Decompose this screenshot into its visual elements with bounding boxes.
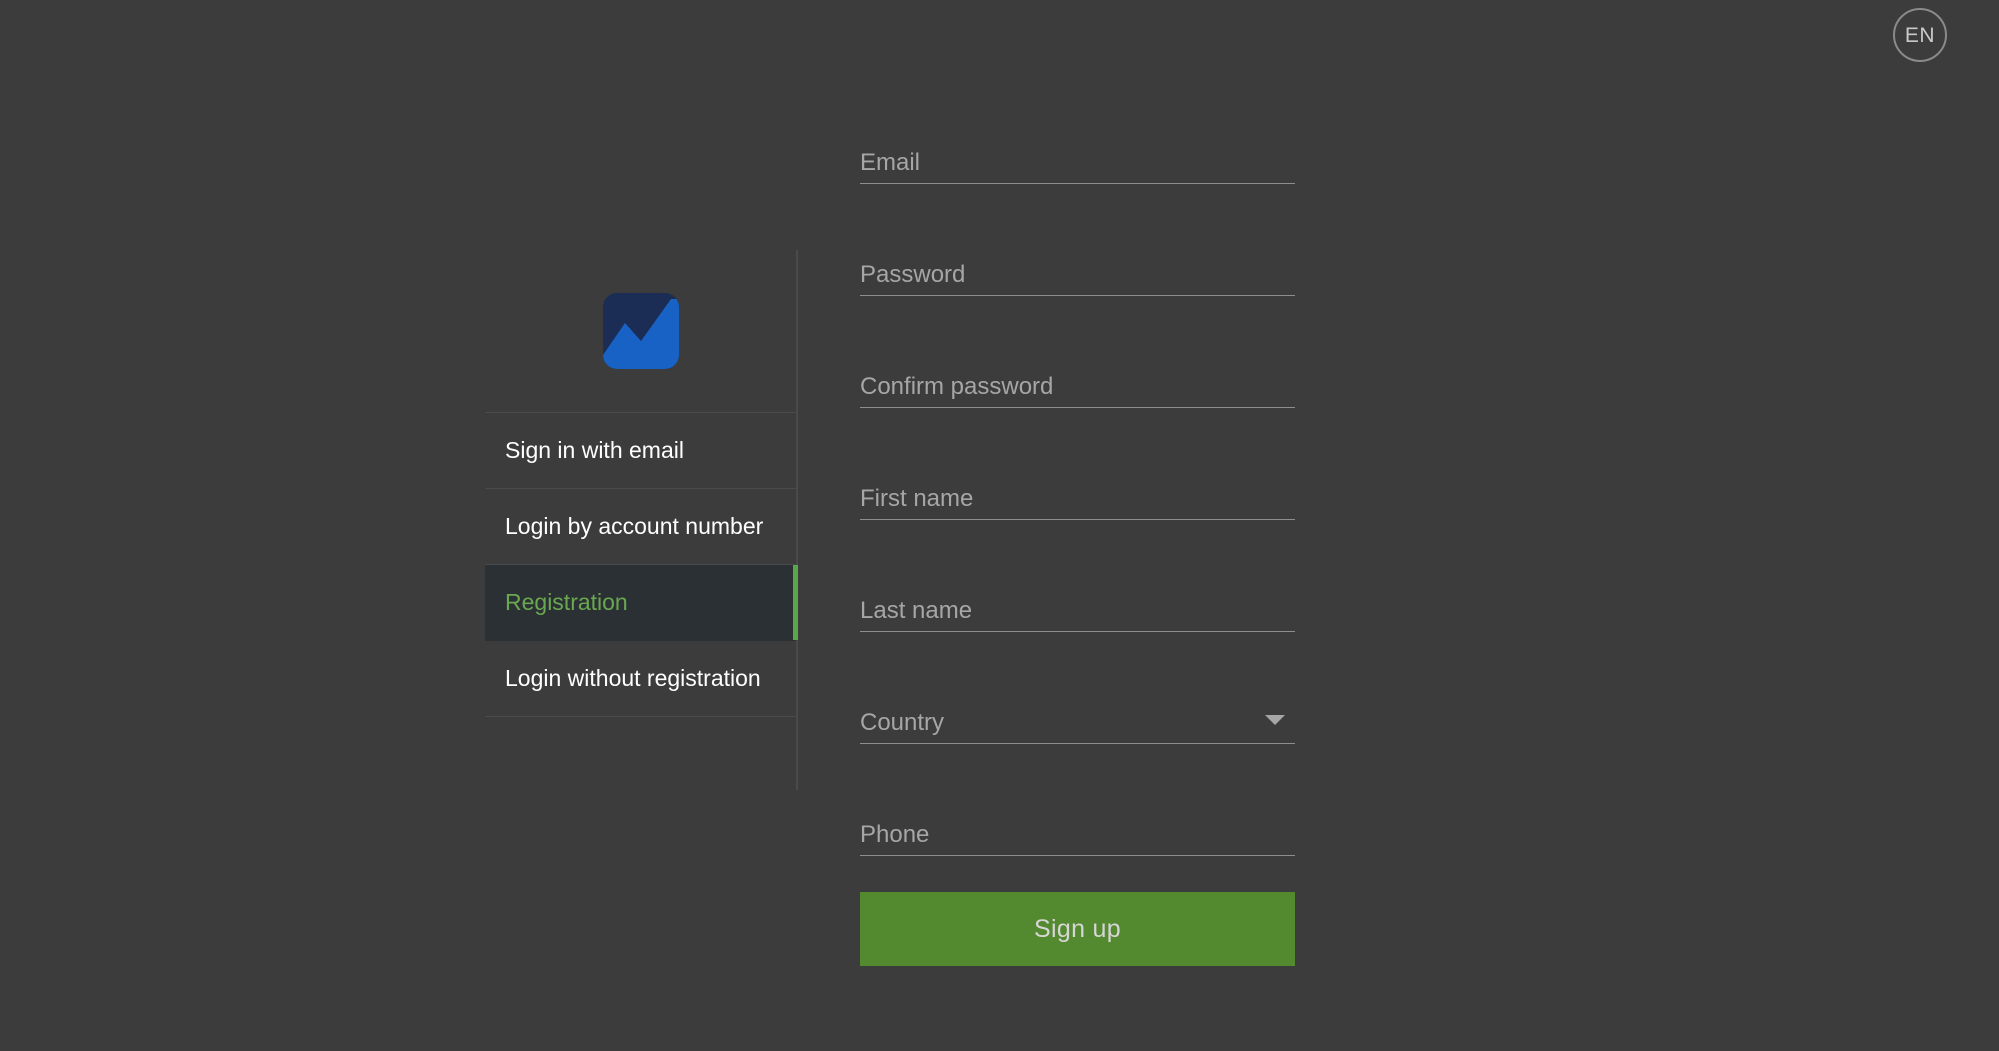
sidebar-item-label: Login without registration bbox=[505, 665, 761, 691]
country-select[interactable]: Country bbox=[860, 656, 1295, 744]
sidebar-item-login-without-registration[interactable]: Login without registration bbox=[485, 641, 796, 717]
last-name-field[interactable]: Last name bbox=[860, 544, 1295, 632]
first-name-field-label: First name bbox=[860, 485, 974, 512]
field-spacer bbox=[860, 408, 1295, 432]
field-spacer bbox=[860, 184, 1295, 208]
active-item-indicator bbox=[793, 565, 798, 640]
registration-screen: EN Sign in with email Login by account n… bbox=[0, 0, 1999, 1051]
sidebar-item-label: Registration bbox=[505, 589, 628, 615]
field-spacer bbox=[860, 632, 1295, 656]
sidebar-item-registration[interactable]: Registration bbox=[485, 565, 798, 641]
password-field[interactable]: Password bbox=[860, 208, 1295, 296]
country-select-label: Country bbox=[860, 709, 945, 736]
language-toggle-label: EN bbox=[1904, 23, 1936, 47]
field-spacer bbox=[860, 744, 1295, 768]
chart-logo-icon bbox=[602, 293, 679, 369]
registration-form: Email Password Confirm password First na… bbox=[860, 96, 1295, 966]
email-field[interactable]: Email bbox=[860, 96, 1295, 184]
confirm-password-field[interactable]: Confirm password bbox=[860, 320, 1295, 408]
password-field-label: Password bbox=[860, 261, 966, 288]
last-name-field-label: Last name bbox=[860, 597, 973, 624]
phone-field[interactable]: Phone bbox=[860, 768, 1295, 856]
chevron-down-icon[interactable] bbox=[1265, 715, 1285, 725]
email-field-label: Email bbox=[860, 149, 921, 176]
field-spacer bbox=[860, 296, 1295, 320]
sidebar-item-label: Sign in with email bbox=[505, 437, 684, 463]
phone-field-label: Phone bbox=[860, 821, 930, 848]
sign-up-button[interactable]: Sign up bbox=[860, 892, 1295, 966]
first-name-field[interactable]: First name bbox=[860, 432, 1295, 520]
language-toggle-button[interactable]: EN bbox=[1893, 8, 1947, 62]
field-spacer bbox=[860, 520, 1295, 544]
auth-sidebar: Sign in with email Login by account numb… bbox=[485, 250, 798, 790]
sidebar-item-label: Login by account number bbox=[505, 513, 764, 539]
auth-menu: Sign in with email Login by account numb… bbox=[485, 412, 798, 717]
confirm-password-field-label: Confirm password bbox=[860, 373, 1054, 400]
sidebar-item-sign-in-with-email[interactable]: Sign in with email bbox=[485, 413, 796, 489]
brand-logo-container bbox=[485, 250, 796, 412]
sidebar-item-login-by-account-number[interactable]: Login by account number bbox=[485, 489, 796, 565]
